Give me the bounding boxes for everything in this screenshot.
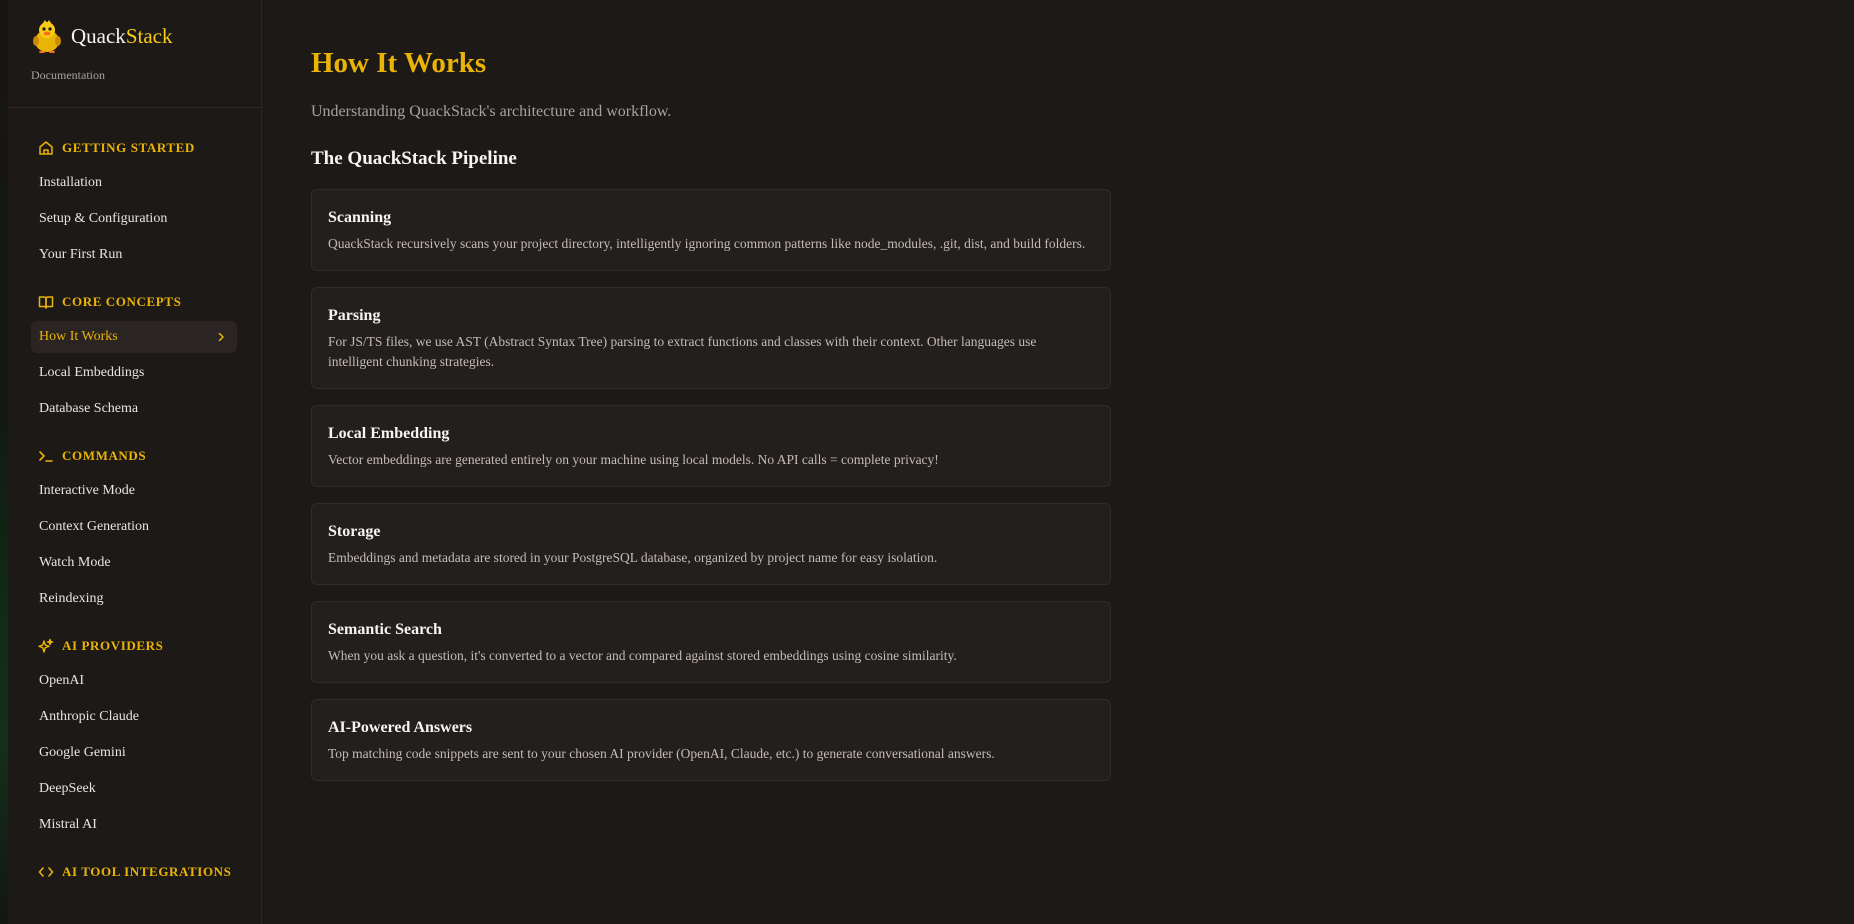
nav-section-getting-started: GETTING STARTED Installation Setup & Con… [8, 135, 261, 271]
card-description: Top matching code snippets are sent to y… [328, 746, 995, 761]
sidebar-item-label: DeepSeek [39, 781, 96, 796]
nav-section-title: AI PROVIDERS [62, 638, 164, 653]
card-description: Embeddings and metadata are stored in yo… [328, 550, 938, 565]
sidebar-item-context-generation[interactable]: Context Generation [31, 511, 237, 543]
nav-section-title: COMMANDS [62, 448, 147, 463]
card-description: QuackStack recursively scans your projec… [328, 236, 1086, 251]
duck-logo-icon [33, 20, 61, 53]
sidebar-item-google-gemini[interactable]: Google Gemini [31, 737, 237, 769]
nav-section-commands: COMMANDS Interactive Mode Context Genera… [8, 443, 261, 615]
sidebar-item-label: Context Generation [39, 519, 150, 534]
brand-logo-link[interactable]: QuackStack [31, 18, 261, 54]
sidebar: QuackStack Documentation GETTING STARTED… [8, 0, 262, 924]
sidebar-item-label: Local Embeddings [39, 365, 145, 380]
sidebar-item-interactive-mode[interactable]: Interactive Mode [31, 475, 237, 507]
sidebar-item-local-embeddings[interactable]: Local Embeddings [31, 357, 237, 389]
card-description: Vector embeddings are generated entirely… [328, 452, 939, 467]
sidebar-item-label: Reindexing [39, 591, 104, 606]
card-title: Semantic Search [328, 621, 442, 638]
nav-section-ai-providers: AI PROVIDERS OpenAI Anthropic Claude Goo… [8, 633, 261, 841]
pipeline-card-scanning: Scanning QuackStack recursively scans yo… [311, 189, 1111, 271]
sidebar-item-anthropic-claude[interactable]: Anthropic Claude [31, 701, 237, 733]
pipeline-heading: The QuackStack Pipeline [311, 148, 517, 169]
card-title: Scanning [328, 209, 392, 226]
nav-section-title: GETTING STARTED [62, 140, 195, 155]
sidebar-item-label: Mistral AI [39, 817, 97, 832]
brand-name-part1: Quack [71, 23, 126, 48]
chevron-right-icon [218, 332, 224, 342]
card-title: AI-Powered Answers [328, 719, 473, 736]
terminal-icon [39, 451, 53, 462]
pipeline-card-semantic-search: Semantic Search When you ask a question,… [311, 601, 1111, 683]
book-open-icon [38, 296, 54, 309]
main-content: How It Works Understanding QuackStack's … [311, 0, 1111, 797]
sidebar-item-label: Setup & Configuration [39, 211, 168, 226]
sidebar-item-label: OpenAI [39, 673, 85, 688]
nav-section-title: AI TOOL INTEGRATIONS [62, 864, 232, 879]
pipeline-card-storage: Storage Embeddings and metadata are stor… [311, 503, 1111, 585]
sparkles-icon [38, 638, 54, 653]
pipeline-card-parsing: Parsing For JS/TS files, we use AST (Abs… [311, 287, 1111, 389]
sidebar-item-label: Your First Run [39, 247, 123, 262]
sidebar-item-label: Installation [39, 175, 102, 190]
brand-subtitle: Documentation [31, 68, 105, 82]
page-title: How It Works [311, 47, 487, 79]
sidebar-item-database-schema[interactable]: Database Schema [31, 393, 237, 425]
sidebar-item-openai[interactable]: OpenAI [31, 665, 237, 697]
sidebar-nav: GETTING STARTED Installation Setup & Con… [8, 108, 261, 885]
sidebar-item-mistral-ai[interactable]: Mistral AI [31, 809, 237, 841]
home-icon [39, 141, 53, 155]
nav-section-header: AI PROVIDERS [8, 633, 261, 659]
page-subtitle: Understanding QuackStack's architecture … [311, 103, 672, 120]
sidebar-item-label: Anthropic Claude [39, 709, 139, 724]
sidebar-item-label: Interactive Mode [39, 483, 136, 498]
nav-section-header: CORE CONCEPTS [8, 289, 261, 315]
sidebar-item-label: How It Works [39, 329, 118, 344]
brand-header: QuackStack Documentation [8, 0, 261, 108]
sidebar-item-deepseek[interactable]: DeepSeek [31, 773, 237, 805]
nav-section-header: COMMANDS [8, 443, 261, 469]
pipeline-card-local-embedding: Local Embedding Vector embeddings are ge… [311, 405, 1111, 487]
card-description: When you ask a question, it's converted … [328, 648, 957, 663]
window-edge-strip [0, 0, 8, 924]
sidebar-item-label: Watch Mode [39, 555, 111, 570]
nav-section-ai-tool-integrations: AI TOOL INTEGRATIONS [8, 859, 261, 885]
pipeline-card-list: Scanning QuackStack recursively scans yo… [311, 189, 1111, 781]
nav-section-header: AI TOOL INTEGRATIONS [8, 859, 261, 885]
card-description: For JS/TS files, we use AST (Abstract Sy… [328, 334, 1037, 369]
sidebar-item-installation[interactable]: Installation [31, 167, 237, 199]
sidebar-item-how-it-works[interactable]: How It Works [31, 321, 237, 353]
pipeline-card-ai-powered-answers: AI-Powered Answers Top matching code sni… [311, 699, 1111, 781]
card-title: Local Embedding [328, 425, 450, 442]
card-title: Parsing [328, 307, 381, 324]
code-icon [38, 867, 54, 877]
sidebar-item-watch-mode[interactable]: Watch Mode [31, 547, 237, 579]
brand-name: QuackStack [71, 24, 172, 49]
sidebar-item-your-first-run[interactable]: Your First Run [31, 239, 237, 271]
sidebar-item-setup-configuration[interactable]: Setup & Configuration [31, 203, 237, 235]
nav-section-title: CORE CONCEPTS [62, 294, 182, 309]
sidebar-item-reindexing[interactable]: Reindexing [31, 583, 237, 615]
sidebar-item-label: Database Schema [39, 401, 139, 416]
card-title: Storage [328, 523, 381, 540]
nav-section-header: GETTING STARTED [8, 135, 261, 161]
nav-section-core-concepts: CORE CONCEPTS How It Works Local Embeddi… [8, 289, 261, 425]
brand-name-part2: Stack [125, 23, 173, 48]
sidebar-item-label: Google Gemini [39, 745, 126, 760]
